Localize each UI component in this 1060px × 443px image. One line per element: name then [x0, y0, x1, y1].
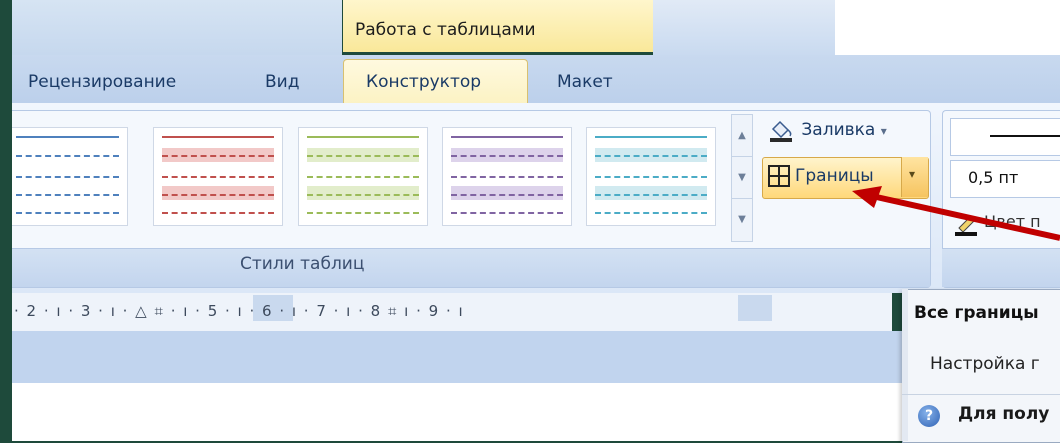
line-style-selector[interactable]	[950, 118, 1060, 156]
menu-item-help[interactable]: Для полу	[958, 404, 1049, 424]
group-label-table-styles: Стили таблиц	[240, 254, 365, 274]
table-style-thumb-cyan[interactable]	[586, 127, 716, 226]
gallery-scroll-up-icon[interactable]: ▲	[732, 115, 752, 157]
gallery-more-icon[interactable]: ▼	[732, 199, 752, 240]
table-style-thumb-blue[interactable]	[12, 127, 128, 226]
shading-dropdown-icon[interactable]: ▾	[881, 124, 887, 138]
gallery-scrollbar[interactable]: ▲ ▼ ▼	[731, 114, 753, 242]
tab-layout[interactable]: Макет	[557, 72, 613, 92]
title-bar-left	[12, 0, 342, 55]
context-tab-title: Работа с таблицами	[355, 20, 536, 40]
borders-label: Границы	[795, 166, 874, 186]
help-icon: ?	[918, 405, 940, 427]
tab-review[interactable]: Рецензирование	[28, 72, 176, 92]
menu-item-all-borders[interactable]: Все границы	[914, 303, 1039, 323]
table-style-thumb-green[interactable]	[298, 127, 428, 226]
group-label-bar	[12, 248, 930, 287]
borders-grid-icon	[768, 165, 790, 187]
document-area-background	[12, 331, 902, 383]
tab-design[interactable]: Конструктор	[366, 72, 481, 92]
table-style-thumb-purple[interactable]	[442, 127, 572, 226]
pen-color-button[interactable]: Цвет п	[984, 212, 1060, 231]
line-weight-value: 0,5 пт	[968, 168, 1019, 187]
ruler-ticks: · 2 · ı · 3 · ı · △ ⌗ · ı · 5 · ı · 6 · …	[14, 302, 465, 320]
borders-dropdown-arrow[interactable]: ▾	[901, 157, 928, 197]
draw-borders-group-footer	[942, 248, 1060, 287]
chevron-down-icon: ▾	[909, 167, 916, 181]
table-style-thumb-red[interactable]	[153, 127, 283, 226]
shading-button[interactable]: Заливка ▾	[768, 118, 887, 148]
title-bar-right	[835, 0, 1060, 55]
title-bar-middle	[653, 0, 835, 55]
document-page[interactable]	[12, 383, 902, 441]
ruler-column-marker[interactable]	[738, 295, 772, 321]
menu-gutter	[902, 289, 908, 441]
paint-bucket-icon	[770, 120, 792, 142]
gallery-scroll-down-icon[interactable]: ▼	[732, 157, 752, 199]
line-style-preview	[990, 135, 1060, 137]
menu-item-borders-setup[interactable]: Настройка г	[930, 354, 1040, 374]
menu-separator	[902, 394, 1060, 395]
tab-view[interactable]: Вид	[265, 72, 299, 92]
shading-label: Заливка	[801, 120, 876, 140]
pen-color-icon	[955, 215, 977, 236]
